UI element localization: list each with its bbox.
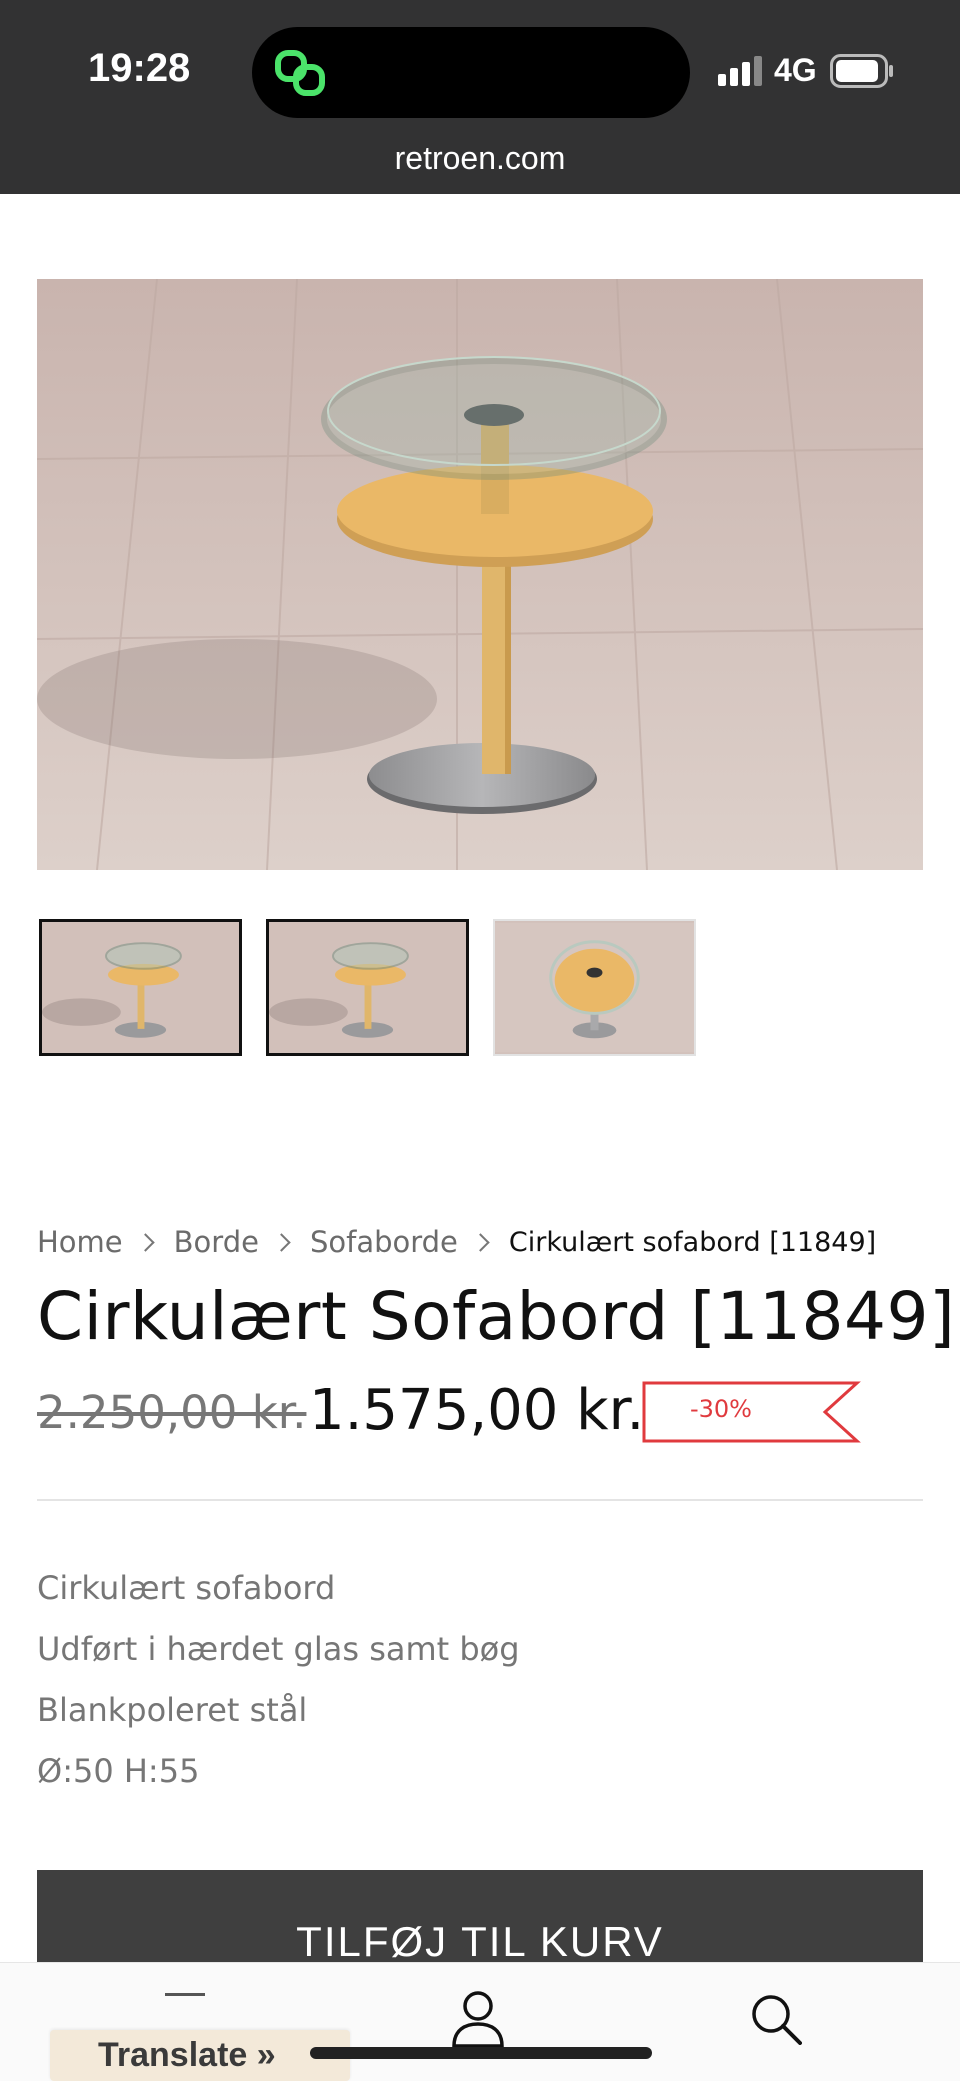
home-indicator[interactable] [310,2047,652,2059]
breadcrumb-home[interactable]: Home [37,1225,123,1259]
discount-badge: -30% [642,1381,862,1443]
description-line: Blankpoleret stål [37,1691,308,1729]
address-bar-url[interactable]: retroen.com [0,140,960,177]
chain-link-icon [275,50,325,96]
divider [37,1499,923,1501]
product-title: Cirkulært Sofabord [11849] [37,1278,956,1355]
chevron-right-icon [135,1232,155,1252]
thumbnail-side-view-image [42,923,239,1052]
discount-label: -30% [689,1395,752,1423]
signal-icon [718,56,762,86]
price-row: 2.250,00 kr. 1.575,00 kr. -30% [37,1378,937,1448]
breadcrumb-current: Cirkulært sofabord [11849] [508,1226,877,1258]
sale-price: 1.575,00 kr. [309,1378,645,1443]
battery-icon [830,54,893,88]
old-price: 2.250,00 kr. [37,1386,307,1439]
thumbnail-1[interactable] [39,919,242,1056]
product-description: Cirkulært sofabord Udført i hærdet glas … [37,1558,520,1802]
chevron-right-icon [471,1232,490,1252]
description-line: Cirkulært sofabord [37,1569,336,1607]
thumbnail-side-view-2-image [269,923,466,1052]
dynamic-island [252,27,690,118]
breadcrumb: Home Borde Sofaborde Cirkulært sofabord … [37,1222,937,1262]
add-to-cart-label: TILFØJ TIL KURV [296,1918,664,1965]
chevron-right-icon [272,1232,291,1252]
breadcrumb-sofaborde[interactable]: Sofaborde [310,1225,458,1259]
side-table-photo [37,279,923,870]
breadcrumb-borde[interactable]: Borde [174,1225,259,1259]
search-icon[interactable] [750,1993,802,2045]
thumbnail-top-view-image [495,922,694,1053]
thumbnail-2[interactable] [266,919,469,1056]
handle-hint [165,1993,205,1996]
product-main-image[interactable] [37,279,923,870]
network-label: 4G [774,52,817,88]
description-line: Ø:50 H:55 [37,1752,200,1790]
translate-label: Translate » [98,2036,276,2074]
status-time: 19:28 [88,46,191,90]
description-line: Udført i hærdet glas samt bøg [37,1630,520,1668]
status-bar: 19:28 4G retroen.com [0,0,960,194]
thumbnail-3[interactable] [493,919,696,1056]
user-icon[interactable] [451,1990,505,2048]
translate-button[interactable]: Translate » [50,2030,350,2081]
